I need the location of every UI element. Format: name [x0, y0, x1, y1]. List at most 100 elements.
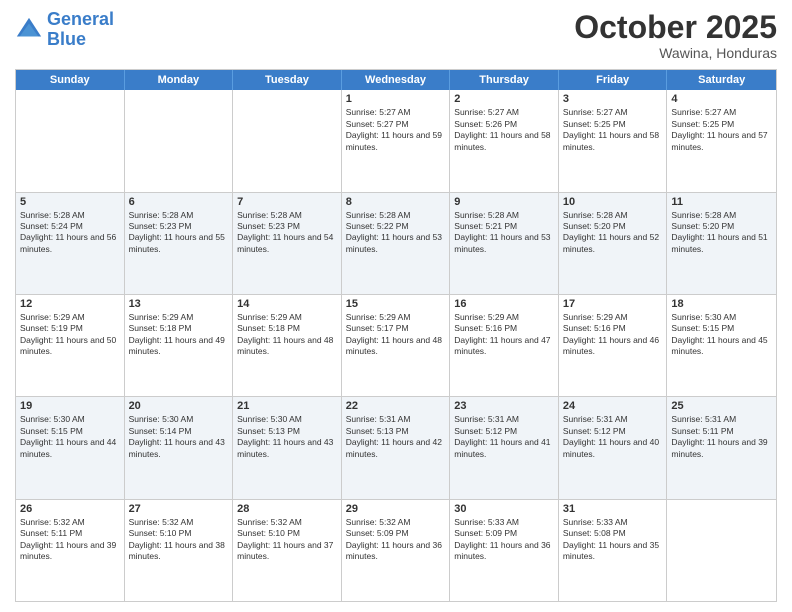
- calendar-cell: 1 Sunrise: 5:27 AM Sunset: 5:27 PM Daylig…: [342, 90, 451, 191]
- cell-info: Sunrise: 5:28 AM Sunset: 5:22 PM Dayligh…: [346, 210, 446, 256]
- calendar-cell: 24 Sunrise: 5:31 AM Sunset: 5:12 PM Dayli…: [559, 397, 668, 498]
- cell-info: Sunrise: 5:28 AM Sunset: 5:24 PM Dayligh…: [20, 210, 120, 256]
- calendar-cell: 31 Sunrise: 5:33 AM Sunset: 5:08 PM Dayli…: [559, 500, 668, 601]
- calendar: SundayMondayTuesdayWednesdayThursdayFrid…: [15, 69, 777, 602]
- calendar-cell: 17Sunrise: 5:29 AM Sunset: 5:16 PM Dayli…: [559, 295, 668, 396]
- day-number: 24: [563, 400, 663, 412]
- calendar-row: 1 Sunrise: 5:27 AM Sunset: 5:27 PM Daylig…: [16, 90, 776, 191]
- day-number: 12: [20, 298, 120, 310]
- calendar-cell: 26Sunrise: 5:32 AM Sunset: 5:11 PM Dayli…: [16, 500, 125, 601]
- cell-info: Sunrise: 5:30 AM Sunset: 5:15 PM Dayligh…: [671, 312, 772, 358]
- weekday-header: Tuesday: [233, 70, 342, 90]
- cell-info: Sunrise: 5:32 AM Sunset: 5:09 PM Dayligh…: [346, 517, 446, 563]
- month-title: October 2025: [574, 10, 777, 45]
- calendar-cell: [16, 90, 125, 191]
- calendar-cell: 22 Sunrise: 5:31 AM Sunset: 5:13 PM Dayli…: [342, 397, 451, 498]
- calendar-row: 5 Sunrise: 5:28 AM Sunset: 5:24 PM Daylig…: [16, 192, 776, 294]
- cell-info: Sunrise: 5:30 AM Sunset: 5:15 PM Dayligh…: [20, 414, 120, 460]
- cell-info: Sunrise: 5:29 AM Sunset: 5:17 PM Dayligh…: [346, 312, 446, 358]
- cell-info: Sunrise: 5:27 AM Sunset: 5:25 PM Dayligh…: [671, 107, 772, 153]
- calendar-body: 1 Sunrise: 5:27 AM Sunset: 5:27 PM Daylig…: [16, 90, 776, 601]
- day-number: 7: [237, 196, 337, 208]
- location-subtitle: Wawina, Honduras: [574, 45, 777, 61]
- calendar-cell: 25 Sunrise: 5:31 AM Sunset: 5:11 PM Dayli…: [667, 397, 776, 498]
- day-number: 28: [237, 503, 337, 515]
- cell-info: Sunrise: 5:29 AM Sunset: 5:19 PM Dayligh…: [20, 312, 120, 358]
- calendar-cell: 19 Sunrise: 5:30 AM Sunset: 5:15 PM Dayli…: [16, 397, 125, 498]
- calendar-cell: 10Sunrise: 5:28 AM Sunset: 5:20 PM Dayli…: [559, 193, 668, 294]
- day-number: 19: [20, 400, 120, 412]
- calendar-cell: 2 Sunrise: 5:27 AM Sunset: 5:26 PM Daylig…: [450, 90, 559, 191]
- cell-info: Sunrise: 5:29 AM Sunset: 5:18 PM Dayligh…: [237, 312, 337, 358]
- weekday-header: Monday: [125, 70, 234, 90]
- day-number: 9: [454, 196, 554, 208]
- cell-info: Sunrise: 5:29 AM Sunset: 5:18 PM Dayligh…: [129, 312, 229, 358]
- day-number: 30: [454, 503, 554, 515]
- cell-info: Sunrise: 5:31 AM Sunset: 5:12 PM Dayligh…: [563, 414, 663, 460]
- title-block: October 2025 Wawina, Honduras: [574, 10, 777, 61]
- weekday-header: Wednesday: [342, 70, 451, 90]
- logo-line1: General: [47, 9, 114, 29]
- logo-line2: Blue: [47, 29, 86, 49]
- calendar-cell: 28 Sunrise: 5:32 AM Sunset: 5:10 PM Dayli…: [233, 500, 342, 601]
- cell-info: Sunrise: 5:32 AM Sunset: 5:11 PM Dayligh…: [20, 517, 120, 563]
- day-number: 25: [671, 400, 772, 412]
- calendar-row: 19 Sunrise: 5:30 AM Sunset: 5:15 PM Dayli…: [16, 396, 776, 498]
- day-number: 20: [129, 400, 229, 412]
- logo-text: General Blue: [47, 10, 114, 50]
- cell-info: Sunrise: 5:29 AM Sunset: 5:16 PM Dayligh…: [454, 312, 554, 358]
- day-number: 11: [671, 196, 772, 208]
- day-number: 15: [346, 298, 446, 310]
- weekday-header: Sunday: [16, 70, 125, 90]
- day-number: 13: [129, 298, 229, 310]
- calendar-cell: 23Sunrise: 5:31 AM Sunset: 5:12 PM Dayli…: [450, 397, 559, 498]
- cell-info: Sunrise: 5:30 AM Sunset: 5:14 PM Dayligh…: [129, 414, 229, 460]
- day-number: 3: [563, 93, 663, 105]
- calendar-cell: 14Sunrise: 5:29 AM Sunset: 5:18 PM Dayli…: [233, 295, 342, 396]
- calendar-cell: 18Sunrise: 5:30 AM Sunset: 5:15 PM Dayli…: [667, 295, 776, 396]
- page: General Blue October 2025 Wawina, Hondur…: [0, 0, 792, 612]
- calendar-cell: 21 Sunrise: 5:30 AM Sunset: 5:13 PM Dayli…: [233, 397, 342, 498]
- calendar-row: 26Sunrise: 5:32 AM Sunset: 5:11 PM Dayli…: [16, 499, 776, 601]
- calendar-row: 12 Sunrise: 5:29 AM Sunset: 5:19 PM Dayli…: [16, 294, 776, 396]
- day-number: 1: [346, 93, 446, 105]
- calendar-cell: 27Sunrise: 5:32 AM Sunset: 5:10 PM Dayli…: [125, 500, 234, 601]
- logo-icon: [15, 16, 43, 44]
- logo: General Blue: [15, 10, 114, 50]
- cell-info: Sunrise: 5:30 AM Sunset: 5:13 PM Dayligh…: [237, 414, 337, 460]
- day-number: 29: [346, 503, 446, 515]
- calendar-cell: 4Sunrise: 5:27 AM Sunset: 5:25 PM Daylig…: [667, 90, 776, 191]
- cell-info: Sunrise: 5:27 AM Sunset: 5:26 PM Dayligh…: [454, 107, 554, 153]
- cell-info: Sunrise: 5:27 AM Sunset: 5:27 PM Dayligh…: [346, 107, 446, 153]
- day-number: 5: [20, 196, 120, 208]
- day-number: 21: [237, 400, 337, 412]
- cell-info: Sunrise: 5:33 AM Sunset: 5:08 PM Dayligh…: [563, 517, 663, 563]
- calendar-cell: 5 Sunrise: 5:28 AM Sunset: 5:24 PM Daylig…: [16, 193, 125, 294]
- day-number: 22: [346, 400, 446, 412]
- calendar-cell: [125, 90, 234, 191]
- cell-info: Sunrise: 5:28 AM Sunset: 5:20 PM Dayligh…: [671, 210, 772, 256]
- day-number: 23: [454, 400, 554, 412]
- calendar-cell: [667, 500, 776, 601]
- cell-info: Sunrise: 5:29 AM Sunset: 5:16 PM Dayligh…: [563, 312, 663, 358]
- cell-info: Sunrise: 5:32 AM Sunset: 5:10 PM Dayligh…: [237, 517, 337, 563]
- cell-info: Sunrise: 5:28 AM Sunset: 5:23 PM Dayligh…: [237, 210, 337, 256]
- cell-info: Sunrise: 5:31 AM Sunset: 5:11 PM Dayligh…: [671, 414, 772, 460]
- weekday-header: Friday: [559, 70, 668, 90]
- calendar-cell: 3Sunrise: 5:27 AM Sunset: 5:25 PM Daylig…: [559, 90, 668, 191]
- day-number: 10: [563, 196, 663, 208]
- day-number: 6: [129, 196, 229, 208]
- day-number: 31: [563, 503, 663, 515]
- calendar-cell: 8Sunrise: 5:28 AM Sunset: 5:22 PM Daylig…: [342, 193, 451, 294]
- cell-info: Sunrise: 5:31 AM Sunset: 5:13 PM Dayligh…: [346, 414, 446, 460]
- weekday-header: Thursday: [450, 70, 559, 90]
- day-number: 2: [454, 93, 554, 105]
- calendar-cell: 11 Sunrise: 5:28 AM Sunset: 5:20 PM Dayli…: [667, 193, 776, 294]
- calendar-cell: 15 Sunrise: 5:29 AM Sunset: 5:17 PM Dayli…: [342, 295, 451, 396]
- calendar-cell: 6 Sunrise: 5:28 AM Sunset: 5:23 PM Daylig…: [125, 193, 234, 294]
- header: General Blue October 2025 Wawina, Hondur…: [15, 10, 777, 61]
- calendar-cell: 29 Sunrise: 5:32 AM Sunset: 5:09 PM Dayli…: [342, 500, 451, 601]
- cell-info: Sunrise: 5:28 AM Sunset: 5:23 PM Dayligh…: [129, 210, 229, 256]
- cell-info: Sunrise: 5:28 AM Sunset: 5:21 PM Dayligh…: [454, 210, 554, 256]
- calendar-header: SundayMondayTuesdayWednesdayThursdayFrid…: [16, 70, 776, 90]
